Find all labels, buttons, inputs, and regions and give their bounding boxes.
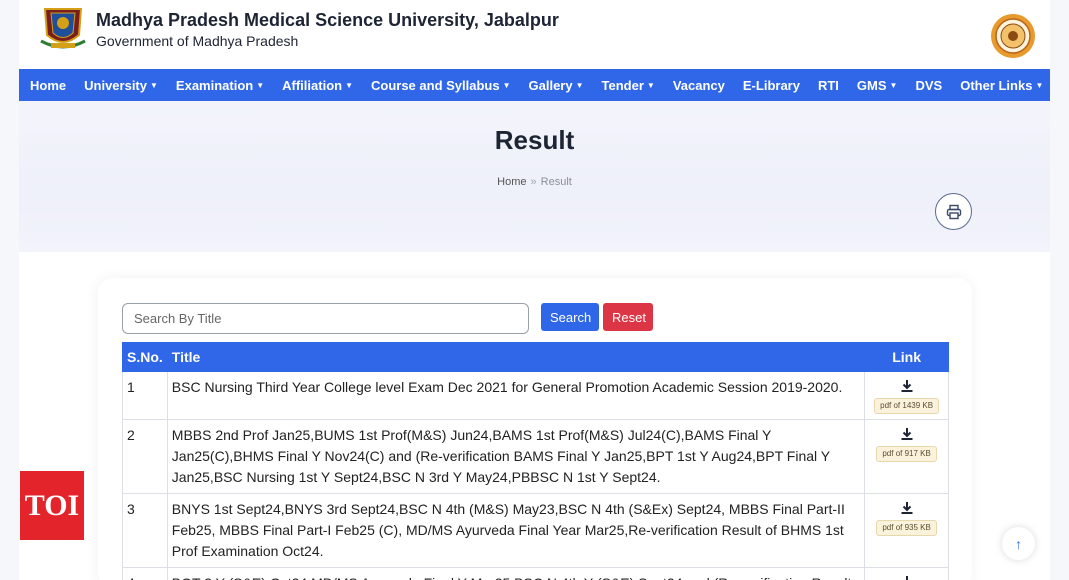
row-sno: 1	[122, 371, 168, 420]
page-hero: Result Home» Result	[19, 101, 1050, 252]
row-sno: 2	[122, 419, 168, 494]
row-sno: 4	[122, 567, 168, 580]
chevron-down-icon: ▼	[345, 80, 353, 90]
chevron-down-icon: ▼	[646, 80, 655, 90]
file-size-badge: pdf of 917 KB	[876, 446, 937, 462]
nav-vacancy[interactable]: Vacancy	[673, 78, 725, 93]
toi-watermark: TOI	[20, 471, 84, 540]
results-card: Search Reset S.No. Title Link 1 BSC Nurs…	[98, 278, 972, 580]
search-input[interactable]	[122, 303, 529, 334]
results-table: S.No. Title Link 1 BSC Nursing Third Yea…	[122, 342, 949, 580]
file-size-badge: pdf of 935 KB	[876, 520, 937, 536]
main-navigation: Home University ▼ Examination ▼ Affiliatio…	[19, 69, 1050, 101]
chevron-down-icon: ▼	[889, 80, 898, 90]
nav-university[interactable]: University ▼	[84, 78, 158, 93]
nav-rti[interactable]: RTI	[818, 78, 839, 93]
page-title: Result	[494, 125, 575, 155]
chevron-down-icon: ▼	[256, 80, 265, 90]
print-button[interactable]	[935, 193, 972, 230]
university-title: Madhya Pradesh Medical Science Universit…	[96, 10, 559, 30]
breadcrumb-separator-icon: »	[530, 176, 537, 188]
chevron-down-icon: ▼	[1035, 80, 1044, 90]
row-link	[864, 567, 949, 580]
site-header: Madhya Pradesh Medical Science Universit…	[19, 0, 1050, 69]
nav-affiliation[interactable]: Affiliation ▼	[282, 78, 353, 93]
nav-gms[interactable]: GMS ▼	[857, 78, 898, 93]
row-link: pdf of 917 KB	[864, 419, 949, 494]
nav-dvs[interactable]: DVS	[915, 78, 942, 93]
table-row: 1 BSC Nursing Third Year College level E…	[122, 371, 949, 420]
search-button[interactable]: Search	[541, 303, 599, 331]
download-icon[interactable]	[900, 575, 914, 580]
chevron-down-icon: ▼	[150, 80, 158, 90]
row-sno: 3	[122, 493, 168, 568]
arrow-up-icon: ↑	[1015, 535, 1022, 552]
row-title: MBBS 2nd Prof Jan25,BUMS 1st Prof(M&S) J…	[166, 419, 866, 494]
printer-icon	[946, 204, 961, 219]
state-emblem-icon	[991, 14, 1035, 58]
row-title: BSC Nursing Third Year College level Exa…	[166, 371, 866, 420]
nav-course-and-syllabus[interactable]: Course and Syllabus ▼	[371, 78, 511, 93]
nav-tender[interactable]: Tender ▼	[602, 78, 655, 93]
download-icon[interactable]	[900, 427, 914, 441]
page-frame: Madhya Pradesh Medical Science Universit…	[19, 0, 1050, 580]
nav-home[interactable]: Home	[30, 78, 66, 93]
scroll-to-top-button[interactable]: ↑	[1002, 527, 1035, 560]
table-row: 2 MBBS 2nd Prof Jan25,BUMS 1st Prof(M&S)…	[122, 419, 949, 494]
column-header-link: Link	[864, 342, 949, 372]
row-link: pdf of 1439 KB	[864, 371, 949, 420]
nav-e-library[interactable]: E-Library	[743, 78, 800, 93]
university-logo-icon[interactable]	[37, 5, 89, 51]
breadcrumb-current: Result	[540, 176, 572, 188]
row-title: BNYS 1st Sept24,BNYS 3rd Sept24,BSC N 4t…	[166, 493, 866, 568]
reset-button[interactable]: Reset	[603, 303, 653, 331]
breadcrumb: Home » Result	[19, 176, 1050, 188]
chevron-down-icon: ▼	[502, 80, 511, 90]
breadcrumb-home-link[interactable]: Home	[497, 176, 526, 188]
download-icon[interactable]	[900, 379, 914, 393]
row-link: pdf of 935 KB	[864, 493, 949, 568]
nav-other-links[interactable]: Other Links ▼	[960, 78, 1043, 93]
row-title: BOT 3 Y (S&E) Oct24,MD/MS Ayurveda Final…	[166, 567, 866, 580]
table-header-row: S.No. Title Link	[122, 342, 949, 372]
file-size-badge: pdf of 1439 KB	[874, 398, 940, 414]
column-header-title: Title	[166, 342, 866, 372]
nav-gallery[interactable]: Gallery ▼	[529, 78, 584, 93]
download-icon[interactable]	[900, 501, 914, 515]
column-header-sno: S.No.	[122, 342, 168, 372]
government-subtitle: Government of Madhya Pradesh	[96, 33, 299, 49]
chevron-down-icon: ▼	[575, 80, 584, 90]
table-row: 4 BOT 3 Y (S&E) Oct24,MD/MS Ayurveda Fin…	[122, 567, 949, 580]
table-row: 3 BNYS 1st Sept24,BNYS 3rd Sept24,BSC N …	[122, 493, 949, 568]
nav-examination[interactable]: Examination ▼	[176, 78, 264, 93]
